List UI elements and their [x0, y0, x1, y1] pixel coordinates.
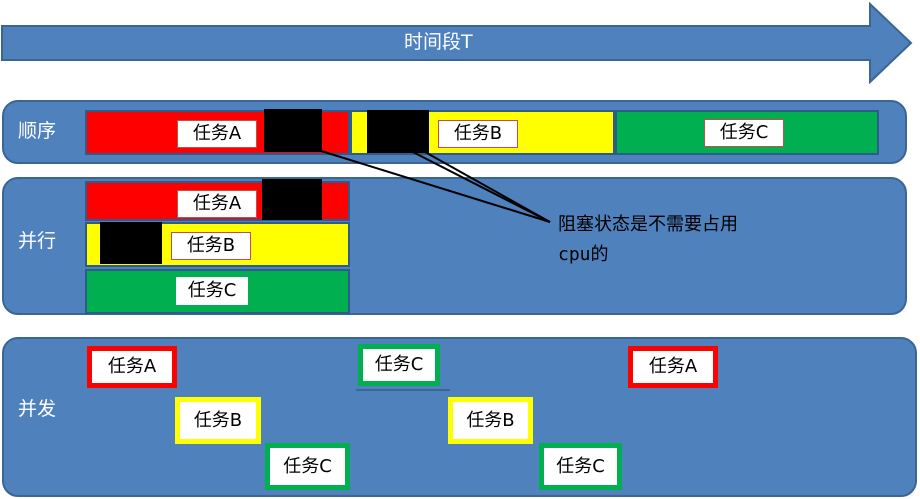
- concurrent-task-a-2: 任务A: [628, 346, 718, 388]
- concurrent-task-a-1: 任务A: [87, 346, 177, 388]
- concurrent-task-c-2: 任务C: [265, 443, 350, 490]
- annotation-line2: cpu的: [558, 244, 609, 265]
- concurrent-divider: [356, 389, 450, 391]
- annotation-line-1: [317, 149, 551, 223]
- concurrent-task-b-1: 任务B: [175, 397, 261, 444]
- annotation-line-3: [404, 147, 551, 223]
- concurrent-task-b-2: 任务B: [448, 397, 533, 444]
- concurrent-task-c-3: 任务C: [539, 443, 622, 490]
- annotation-line1: 阻塞状态是不需要占用: [558, 214, 738, 235]
- concurrent-label: 并发: [18, 398, 57, 420]
- concurrent-task-c-1: 任务C: [358, 344, 440, 386]
